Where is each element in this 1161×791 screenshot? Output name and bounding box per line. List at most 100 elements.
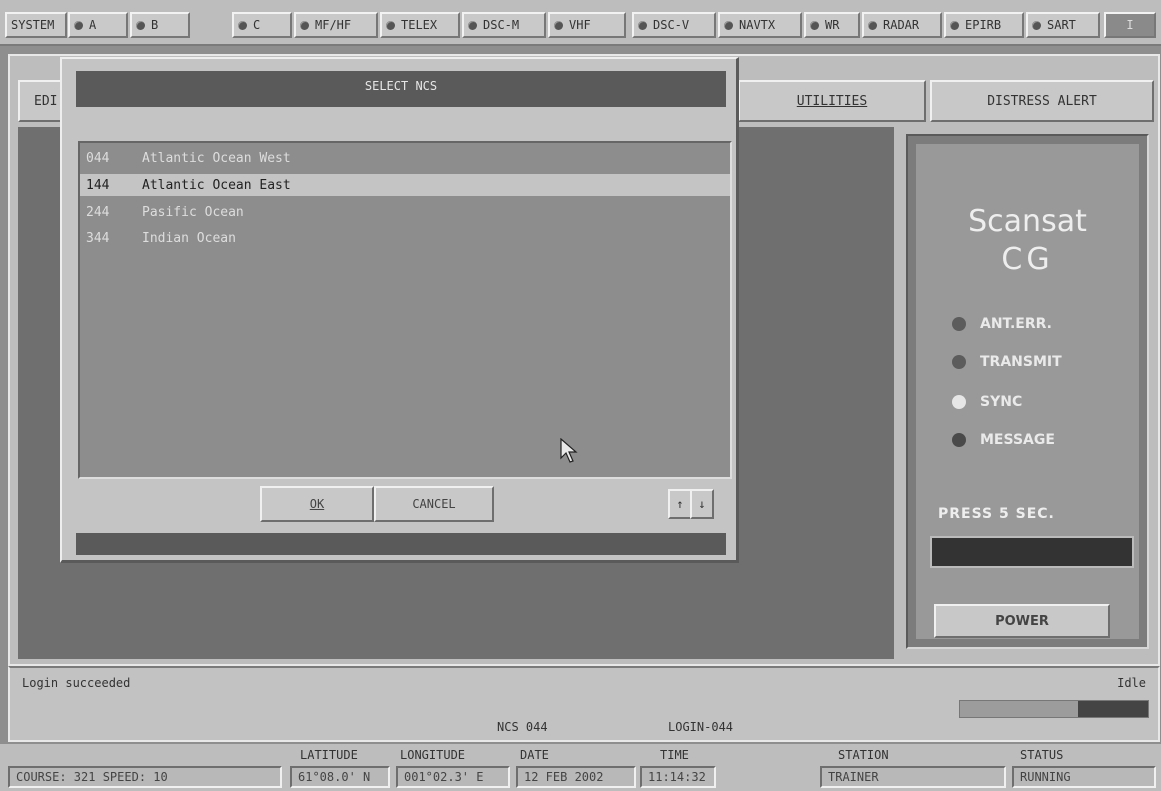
progress-fill [1078,701,1148,717]
station-field: TRAINER [820,766,1006,788]
station-header: STATION [838,748,889,762]
scroll-up-button[interactable]: ↑ [668,489,692,519]
tab-label: A [89,18,97,32]
button-label: CANCEL [412,497,456,511]
tab-mf-hf[interactable]: MF/HF [294,12,378,38]
tab-radar[interactable]: RADAR [862,12,942,38]
status-dot-icon [868,20,877,30]
ncs-code: 344 [86,230,110,246]
login-readout: LOGIN-044 [668,720,734,734]
tab-label: NAVTX [739,18,776,32]
tab-dsc-v[interactable]: DSC-V [632,12,716,38]
tab-label: EPIRB [965,18,1002,32]
distress-press-button[interactable] [930,536,1134,568]
indicator-label: SYNC [980,394,1023,410]
power-button[interactable]: POWER [934,604,1110,638]
tab-c[interactable]: C [232,12,292,38]
brand-name: Scansat [968,204,1087,239]
status-dot-icon [950,20,959,30]
led-icon [952,355,966,369]
ncs-name: Atlantic Ocean East [142,177,291,193]
indicator-label: MESSAGE [980,432,1055,448]
tab-epirb[interactable]: EPIRB [944,12,1024,38]
ncs-name: Pasific Ocean [142,204,244,220]
tab-system[interactable]: SYSTEM [5,12,67,38]
tab-label: I [1126,18,1134,32]
indicator-label: TRANSMIT [980,354,1062,370]
ncs-name: Indian Ocean [142,230,236,246]
button-label: OK [309,497,325,511]
press-hint: PRESS 5 SEC. [938,506,1055,522]
progress-bar [959,700,1149,718]
status-message: Login succeeded [22,676,131,690]
terminal-panel: Scansat CG ANT.ERR. TRANSMIT SYNC MESSAG… [906,134,1149,649]
select-ncs-dialog: SELECT NCS 044 Atlantic Ocean West 144 Atl… [60,57,739,563]
longitude-header: LONGITUDE [400,748,466,762]
menu-utilities[interactable]: UTILITIES [738,80,926,122]
info-bar: LATITUDE LONGITUDE DATE TIME STATION STA… [0,744,1161,791]
tab-wr[interactable]: WR [804,12,860,38]
tab-vhf[interactable]: VHF [548,12,626,38]
date-header: DATE [520,748,549,762]
tab-a[interactable]: A [68,12,128,38]
tab-label: RADAR [883,18,920,32]
menu-label: EDI [34,93,58,109]
tab-sart[interactable]: SART [1026,12,1100,38]
status-dot-icon [554,20,563,30]
ok-button[interactable]: OK [260,486,374,522]
distress-alert-button[interactable]: DISTRESS ALERT [930,80,1154,122]
status-dot-icon [468,20,477,30]
tab-telex[interactable]: TELEX [380,12,460,38]
list-item-selected[interactable]: 144 Atlantic Ocean East [80,174,730,196]
tab-navtx[interactable]: NAVTX [718,12,802,38]
tab-dsc-m[interactable]: DSC-M [462,12,546,38]
tab-end[interactable]: I [1104,12,1156,38]
tab-label: WR [825,18,840,32]
status-dot-icon [136,20,145,30]
dialog-footer-bar [76,533,726,555]
status-dot-icon [74,20,83,30]
terminal-face: Scansat CG ANT.ERR. TRANSMIT SYNC MESSAG… [916,144,1139,639]
ncs-code: 044 [86,150,110,166]
led-icon [952,433,966,447]
list-item[interactable]: 044 Atlantic Ocean West [80,147,730,169]
ncs-name: Atlantic Ocean West [142,150,291,166]
status-dot-icon [638,20,647,30]
tab-label: DSC-V [653,18,690,32]
dialog-title: SELECT NCS [76,71,726,107]
ncs-code: 244 [86,204,110,220]
arrow-up-icon: ↑ [676,497,684,511]
arrow-down-icon: ↓ [698,497,706,511]
time-header: TIME [660,748,689,762]
longitude-field: 001°02.3' E [396,766,510,788]
tab-label: B [151,18,159,32]
ncs-list[interactable]: 044 Atlantic Ocean West 144 Atlantic Ocean… [78,141,732,479]
led-icon [952,317,966,331]
tab-label: MF/HF [315,18,352,32]
indicator-sync: SYNC [952,394,1022,410]
tab-label: DSC-M [483,18,520,32]
tab-label: TELEX [401,18,438,32]
menu-label: UTILITIES [796,93,868,109]
status-area: Login succeeded Idle NCS 044 LOGIN-044 [8,666,1160,742]
tab-label: C [253,18,261,32]
latitude-field: 61°08.0' N [290,766,390,788]
tab-b[interactable]: B [130,12,190,38]
status-dot-icon [724,20,733,30]
status-dot-icon [1032,20,1041,30]
ncs-readout: NCS 044 [497,720,548,734]
menu-label: DISTRESS ALERT [987,93,1097,109]
indicator-label: ANT.ERR. [980,316,1052,332]
list-item[interactable]: 344 Indian Ocean [80,227,730,249]
ncs-code: 144 [86,177,110,193]
scroll-down-button[interactable]: ↓ [690,489,714,519]
cancel-button[interactable]: CANCEL [374,486,494,522]
course-speed-field: COURSE: 321 SPEED: 10 [8,766,282,788]
indicator-transmit: TRANSMIT [952,354,1062,370]
status-dot-icon [300,20,309,30]
date-field: 12 FEB 2002 [516,766,636,788]
indicator-message: MESSAGE [952,432,1055,448]
tab-label: SYSTEM [11,18,55,32]
list-item[interactable]: 244 Pasific Ocean [80,201,730,223]
status-dot-icon [386,20,395,30]
